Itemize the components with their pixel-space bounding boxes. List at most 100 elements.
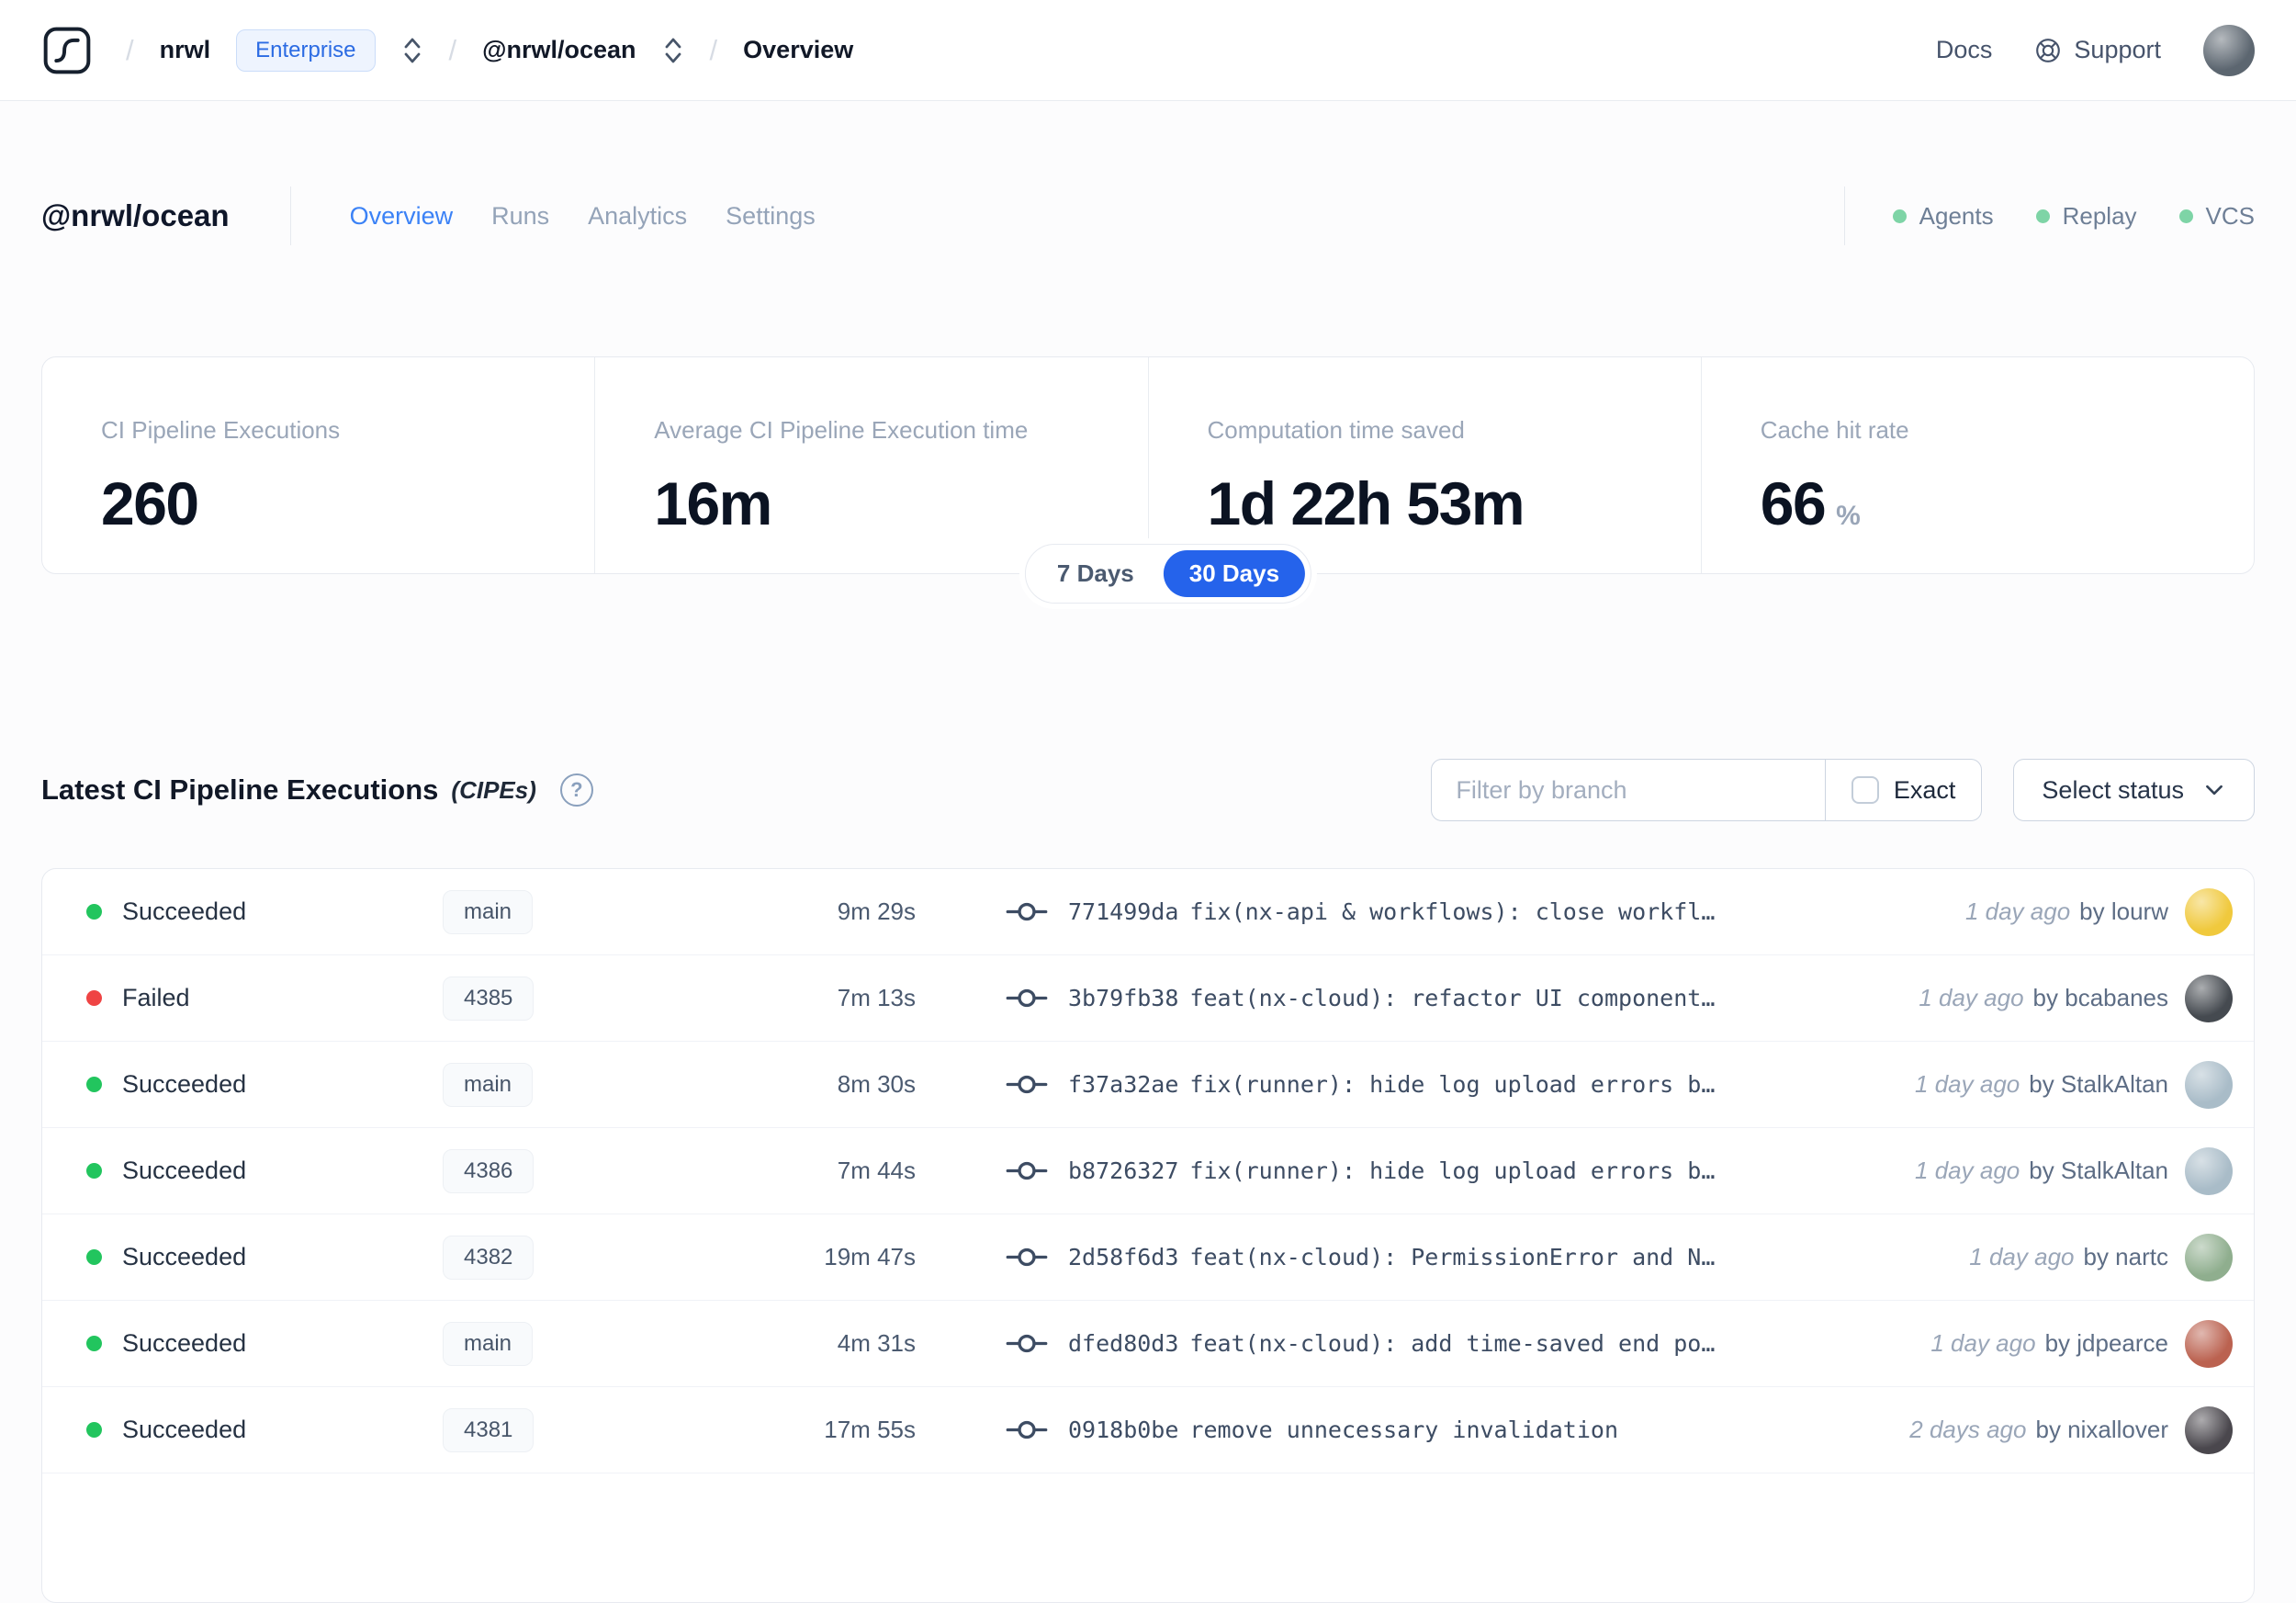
- cipe-row[interactable]: Succeeded 4382 19m 47s 2d58f6d3 feat(nx-c…: [42, 1214, 2254, 1301]
- commit-hash: dfed80d3: [1068, 1330, 1179, 1357]
- stats-cards: CI Pipeline Executions 260 Average CI Pi…: [41, 356, 2255, 574]
- support-label: Support: [2074, 36, 2161, 63]
- commit-icon: [1006, 1247, 1048, 1267]
- duration: 7m 13s: [837, 984, 916, 1011]
- date-range-option[interactable]: 30 Days: [1163, 550, 1306, 597]
- exact-label: Exact: [1893, 775, 1956, 804]
- breadcrumb-org[interactable]: nrwl: [160, 36, 211, 64]
- workspace-tab[interactable]: Overview: [350, 202, 454, 231]
- stat-suffix: %: [1836, 501, 1861, 531]
- divider: [1843, 186, 1845, 245]
- cipe-row[interactable]: Succeeded main 9m 29s 771499da fix(nx-api…: [42, 869, 2254, 955]
- workspace-switcher-chevron-icon[interactable]: [662, 35, 684, 66]
- cipe-section-title: Latest CI Pipeline Executions: [41, 773, 439, 806]
- branch-badge: 4381: [443, 1407, 535, 1452]
- status-dot-icon: [86, 1249, 102, 1265]
- help-icon[interactable]: ?: [559, 773, 593, 807]
- duration: 19m 47s: [824, 1243, 916, 1270]
- stat-card: Average CI Pipeline Execution time 16m: [594, 357, 1147, 573]
- stat-label: Computation time saved: [1207, 416, 1465, 444]
- status-dot-icon: [86, 904, 102, 920]
- stat-value: 260: [101, 469, 199, 537]
- cipe-row[interactable]: Failed 4385 7m 13s 3b79fb38 feat(nx-cloud…: [42, 955, 2254, 1042]
- org-switcher-chevron-icon[interactable]: [401, 35, 423, 66]
- commit-hash: f37a32ae: [1068, 1071, 1179, 1098]
- author: by bcabanes: [2032, 984, 2168, 1011]
- branch-badge: main: [443, 1321, 534, 1366]
- feature-status-label: VCS: [2205, 201, 2255, 230]
- status-dot-icon: [86, 1422, 102, 1438]
- branch-badge: 4382: [443, 1235, 535, 1280]
- status-label: Succeeded: [122, 1243, 247, 1270]
- workspace-tab[interactable]: Analytics: [588, 202, 687, 231]
- relative-time: 1 day ago: [1915, 1157, 2020, 1184]
- stat-value: 1d 22h 53m: [1207, 469, 1525, 537]
- stat-card: Cache hit rate 66 %: [1700, 357, 2254, 573]
- feature-status-dot-icon: [2035, 209, 2050, 223]
- workspace-tab[interactable]: Runs: [491, 202, 549, 231]
- author: by StalkAltan: [2029, 1070, 2168, 1098]
- commit-icon: [1006, 988, 1048, 1008]
- status-label: Failed: [122, 984, 190, 1011]
- breadcrumb-separator: /: [448, 33, 457, 66]
- breadcrumb-page[interactable]: Overview: [743, 36, 853, 64]
- author-avatar: [2185, 1146, 2233, 1195]
- top-nav: / nrwl Enterprise / @nrwl/ocean / Overvi…: [0, 0, 2296, 101]
- status-dot-icon: [86, 1077, 102, 1092]
- duration: 8m 30s: [837, 1070, 916, 1098]
- cipe-row[interactable]: Succeeded 4386 7m 44s b8726327 fix(runner…: [42, 1128, 2254, 1214]
- commit-hash: 2d58f6d3: [1068, 1244, 1179, 1270]
- status-select-label: Select status: [2042, 775, 2184, 804]
- status-select-button[interactable]: Select status: [2013, 759, 2255, 821]
- status-label: Succeeded: [122, 1157, 247, 1184]
- branch-filter-group: Exact: [1431, 759, 1983, 821]
- support-link[interactable]: Support: [2034, 36, 2161, 64]
- duration: 7m 44s: [837, 1157, 916, 1184]
- branch-filter-input[interactable]: [1432, 760, 1825, 820]
- commit-message: feat(nx-cloud): add time-saved end po…: [1189, 1330, 1716, 1357]
- stat-card: Computation time saved 1d 22h 53m: [1147, 357, 1701, 573]
- status-dot-icon: [86, 990, 102, 1006]
- commit-icon: [1006, 1161, 1048, 1180]
- stat-label: CI Pipeline Executions: [101, 416, 341, 444]
- nx-cloud-logo-icon[interactable]: [41, 25, 93, 76]
- author: by lourw: [2079, 897, 2168, 925]
- commit-message: fix(runner): hide log upload errors b…: [1189, 1157, 1716, 1184]
- feature-status[interactable]: VCS: [2178, 201, 2255, 231]
- workspace-title: @nrwl/ocean: [41, 198, 230, 232]
- stat-label: Average CI Pipeline Execution time: [654, 416, 1029, 444]
- author: by nartc: [2083, 1243, 2169, 1270]
- stat-value: 16m: [654, 469, 772, 537]
- breadcrumb: / nrwl Enterprise / @nrwl/ocean / Overvi…: [41, 25, 853, 76]
- cipe-row[interactable]: Succeeded main 8m 30s f37a32ae fix(runner…: [42, 1042, 2254, 1128]
- cipe-section-note: (CIPEs): [451, 775, 536, 804]
- author: by jdpearce: [2044, 1329, 2168, 1357]
- branch-badge: 4385: [443, 976, 535, 1021]
- feature-status[interactable]: Agents: [1892, 202, 1994, 231]
- exact-checkbox[interactable]: [1851, 776, 1879, 804]
- author-avatar: [2185, 1319, 2233, 1368]
- cipe-row[interactable]: Succeeded main 4m 31s dfed80d3 feat(nx-cl…: [42, 1301, 2254, 1387]
- commit-icon: [1006, 1334, 1048, 1353]
- author: by StalkAltan: [2029, 1157, 2168, 1184]
- status-label: Succeeded: [122, 1329, 247, 1357]
- relative-time: 1 day ago: [1969, 1243, 2075, 1270]
- user-avatar[interactable]: [2203, 24, 2255, 76]
- relative-time: 1 day ago: [1964, 897, 2071, 925]
- status-label: Succeeded: [122, 1416, 247, 1443]
- commit-message: feat(nx-cloud): PermissionError and N…: [1189, 1244, 1716, 1270]
- stat-label: Cache hit rate: [1760, 416, 1909, 444]
- cipe-row[interactable]: Succeeded 4381 17m 55s 0918b0be remove un…: [42, 1387, 2254, 1473]
- feature-status-label: Replay: [2062, 201, 2137, 230]
- date-range-option[interactable]: 7 Days: [1031, 550, 1160, 597]
- commit-message: feat(nx-cloud): refactor UI component…: [1189, 985, 1716, 1011]
- feature-status[interactable]: Replay: [2035, 201, 2137, 231]
- breadcrumb-workspace[interactable]: @nrwl/ocean: [482, 36, 636, 64]
- divider: [289, 186, 291, 245]
- author-avatar: [2185, 1405, 2233, 1454]
- chevron-down-icon: [2206, 785, 2223, 796]
- author-avatar: [2185, 974, 2233, 1022]
- feature-status-dot-icon: [2178, 209, 2193, 223]
- workspace-tab[interactable]: Settings: [726, 202, 816, 231]
- docs-link[interactable]: Docs: [1936, 36, 1993, 64]
